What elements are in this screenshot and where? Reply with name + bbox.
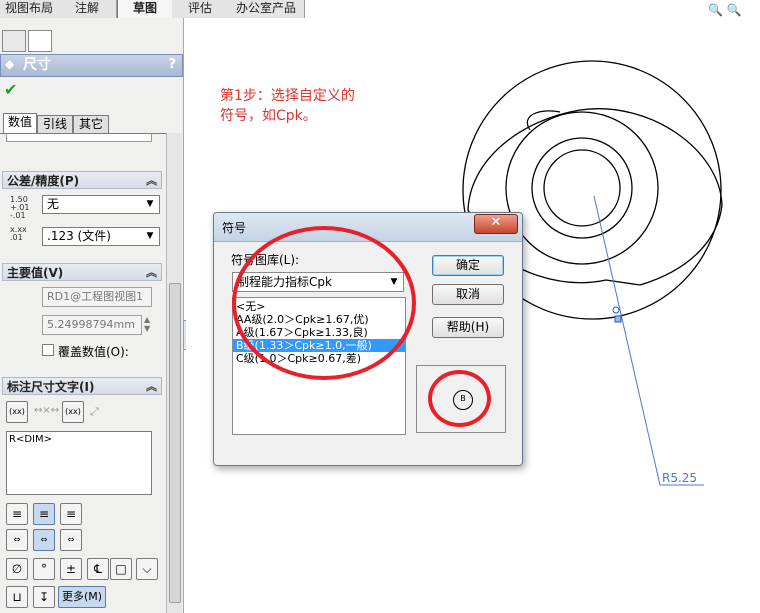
dimension-label[interactable]: R5.25 bbox=[662, 471, 697, 485]
annotation-line-1: 第1步：选择自定义的 bbox=[220, 88, 355, 104]
help-button[interactable]: 帮助(H) bbox=[432, 317, 504, 338]
leader-handle[interactable] bbox=[612, 306, 620, 314]
close-icon[interactable]: ✕ bbox=[474, 214, 518, 234]
annotation-line-2: 符号，如Cpk。 bbox=[220, 108, 317, 124]
highlight-ellipse-list bbox=[232, 226, 416, 380]
cancel-button[interactable]: 取消 bbox=[432, 284, 504, 305]
dialog-title: 符号 bbox=[222, 221, 247, 235]
highlight-ellipse-preview bbox=[428, 370, 491, 427]
leader-grip[interactable] bbox=[614, 315, 622, 323]
ok-button[interactable]: 确定 bbox=[432, 255, 504, 276]
step-annotation: 第1步：选择自定义的 符号，如Cpk。 bbox=[220, 86, 355, 126]
